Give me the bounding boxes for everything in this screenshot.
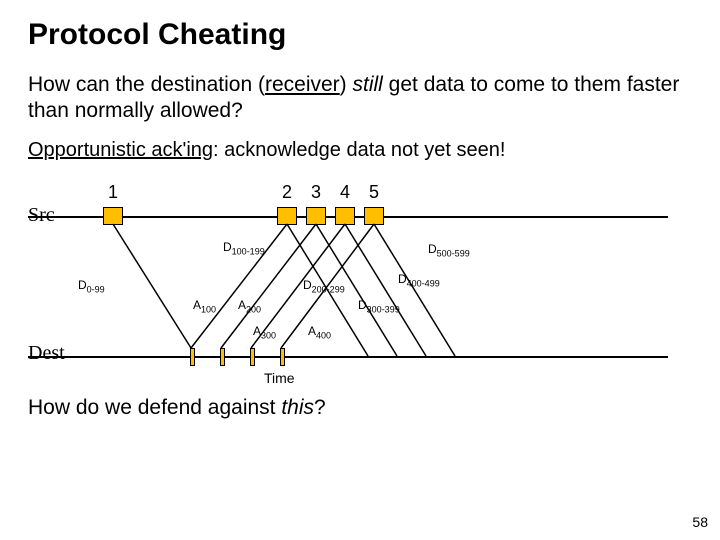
diagram-lines	[28, 170, 668, 390]
q3-prefix: How do we defend against	[28, 396, 281, 419]
label-a200: A200	[238, 298, 261, 314]
label-d2: D200-299	[303, 278, 345, 294]
label-a100: A100	[193, 298, 216, 314]
time-label: Time	[264, 370, 295, 386]
question-2: Opportunistic ack'ing: acknowledge data …	[28, 139, 692, 162]
question-1: How can the destination (receiver) still…	[28, 72, 692, 125]
label-a400: A400	[308, 324, 331, 340]
slide-title: Protocol Cheating	[28, 18, 692, 52]
q2-term: Opportunistic ack'ing	[28, 139, 213, 161]
q2-rest: : acknowledge data not yet seen!	[213, 139, 505, 161]
question-3: How do we defend against this?	[28, 396, 692, 420]
q3-this: this	[281, 396, 314, 419]
label-d0: D0-99	[78, 278, 105, 294]
q1-prefix: How can the destination (	[28, 73, 265, 96]
q1-mid: )	[340, 73, 353, 96]
q3-suffix: ?	[314, 396, 326, 419]
label-d3: D300-399	[358, 298, 400, 314]
label-a300: A300	[253, 324, 276, 340]
label-d4: D400-499	[398, 272, 440, 288]
label-d1: D100-199	[223, 240, 265, 256]
q1-still: still	[353, 73, 383, 96]
timing-diagram: Src Dest 1 2 3 4 5 D0-99 D100-199 D200-2…	[28, 170, 668, 390]
q1-receiver: receiver	[265, 73, 340, 96]
slide-number: 58	[692, 514, 708, 530]
label-d5: D500-599	[428, 242, 470, 258]
